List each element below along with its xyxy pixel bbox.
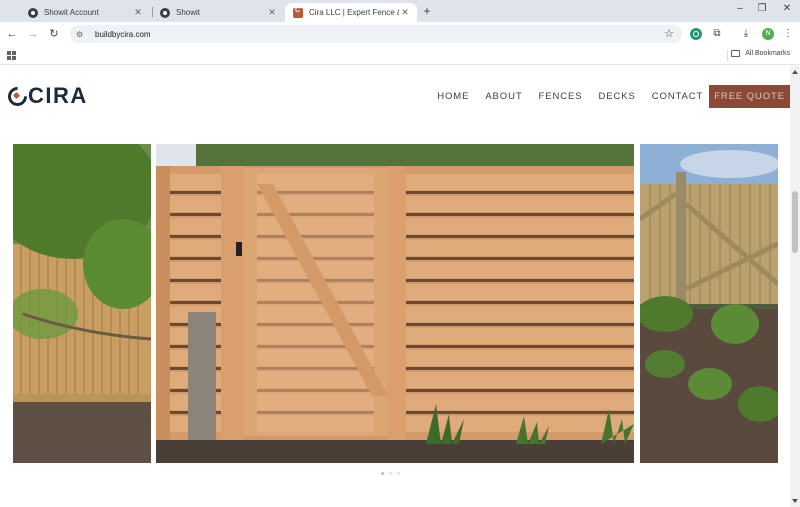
main-nav: HOME ABOUT FENCES DECKS CONTACT FREE QUO… [421,85,790,108]
back-icon[interactable]: ← [5,27,19,41]
close-icon[interactable]: ✕ [266,7,278,18]
download-icon[interactable]: ⤓ [739,27,753,41]
reload-icon[interactable]: ↻ [47,27,61,41]
all-bookmarks-button[interactable]: All Bookmarks [731,50,790,57]
browser-toolbar: ← → ↻ ⚙ buildbycira.com ☆ ⧉ ⤓ N ⋮ [0,22,800,46]
tab-title: Showit Account [44,8,99,17]
tab-title: Cira LLC | Expert Fence & Deck Ins [309,8,399,17]
nav-decks[interactable]: DECKS [598,91,635,102]
free-quote-button[interactable]: FREE QUOTE [709,85,790,108]
cira-icon [293,7,303,18]
carousel-dot-2[interactable] [389,472,392,475]
page-scrollbar[interactable] [790,66,800,507]
tab-title: Showit [176,8,201,17]
nav-home[interactable]: HOME [437,91,469,102]
restore-icon[interactable]: ❐ [755,3,769,14]
menu-kebab-icon[interactable]: ⋮ [781,27,795,41]
nav-fences[interactable]: FENCES [539,91,583,102]
window-close-icon[interactable]: ✕ [780,3,794,14]
apps-grid-icon[interactable] [7,51,16,60]
nav-about[interactable]: ABOUT [485,91,522,102]
showit-icon [28,7,38,18]
tab-showit[interactable]: Showit ✕ [152,3,284,22]
url-text[interactable]: buildbycira.com [95,30,151,39]
new-tab-button[interactable]: + [420,4,434,18]
bookmark-star-icon[interactable]: ☆ [664,27,674,40]
fence-right-photo[interactable] [640,144,778,463]
scrollbar-thumb[interactable] [792,191,798,253]
logo-text: CIRA [28,83,88,108]
gate-fence-photo[interactable] [156,144,634,463]
extensions-puzzle-icon[interactable]: ⧉ [710,27,724,41]
site-info-icon[interactable]: ⚙ [76,30,88,39]
minimize-icon[interactable]: – [733,3,747,14]
page-viewport: CIRA HOME ABOUT FENCES DECKS CONTACT FRE… [0,66,790,507]
close-icon[interactable]: ✕ [399,7,411,18]
carousel-dot-1[interactable] [381,472,384,475]
nav-contact[interactable]: CONTACT [652,91,704,102]
carousel-dot-3[interactable] [397,472,400,475]
bookmarks-divider [727,50,728,61]
all-bookmarks-label: All Bookmarks [745,50,790,57]
grammarly-extension-icon[interactable] [690,28,702,40]
close-icon[interactable]: ✕ [132,7,144,18]
profile-avatar[interactable]: N [762,28,774,40]
carousel-pagination [381,472,400,475]
bookmarks-bar: All Bookmarks [0,46,800,65]
logo-mark-icon [8,87,27,106]
fence-left-photo[interactable] [13,144,151,463]
tab-cira[interactable]: Cira LLC | Expert Fence & Deck Ins ✕ [285,3,417,22]
showit-icon [160,7,170,18]
photo-carousel [13,144,778,463]
folder-icon [731,50,741,57]
scroll-down-arrow-icon[interactable] [792,499,798,503]
forward-icon[interactable]: → [26,27,40,41]
address-bar[interactable]: ⚙ buildbycira.com ☆ [70,25,682,43]
site-logo[interactable]: CIRA [8,83,88,108]
scroll-up-arrow-icon[interactable] [792,70,798,74]
tab-strip: Showit Account ✕ Showit ✕ Cira LLC | Exp… [0,0,800,22]
tab-showit-account[interactable]: Showit Account ✕ [20,3,150,22]
